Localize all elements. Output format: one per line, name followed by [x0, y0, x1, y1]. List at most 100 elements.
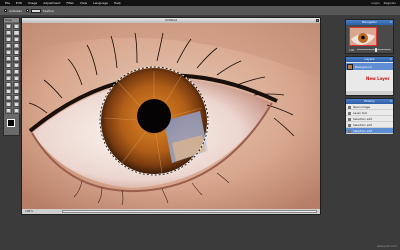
- clone-icon: [7, 57, 10, 60]
- eraser-tool-button[interactable]: [12, 42, 20, 49]
- redeye-icon: [14, 83, 18, 86]
- register-link[interactable]: Register: [384, 1, 396, 5]
- close-icon[interactable]: ×: [389, 20, 392, 25]
- history-step-icon: [348, 105, 351, 109]
- image-title: Untitled: [165, 18, 177, 22]
- close-icon[interactable]: [316, 19, 319, 22]
- blur-tool-button[interactable]: [12, 62, 20, 68]
- image-canvas[interactable]: [22, 23, 320, 209]
- dodge-tool-button[interactable]: [12, 75, 20, 81]
- eye-photo: [22, 23, 320, 209]
- text-tool-button[interactable]: [12, 94, 20, 101]
- layer-name: Background: [355, 64, 372, 69]
- thumbnail-image: [350, 28, 376, 45]
- history-item-active[interactable]: Selection edit: [346, 128, 393, 134]
- brush-icon: [7, 44, 10, 47]
- bloat-tool-button[interactable]: [12, 88, 20, 94]
- horizontal-scrollbar[interactable]: [62, 210, 317, 213]
- zoom-icon: [14, 102, 18, 106]
- feather-checkbox[interactable]: [25, 9, 29, 12]
- burn-icon: [7, 83, 10, 86]
- pinch-tool-button[interactable]: [5, 94, 12, 101]
- zoom-tool-button[interactable]: [12, 101, 20, 107]
- dodge-icon: [14, 76, 18, 80]
- feather-select[interactable]: [30, 8, 41, 13]
- pinch-icon: [7, 96, 10, 99]
- wand-tool-button[interactable]: [5, 36, 12, 42]
- gradient-icon: [14, 50, 18, 54]
- pencil-tool-button[interactable]: [12, 36, 20, 42]
- history-step-icon: [348, 123, 351, 127]
- move-tool-button[interactable]: [12, 23, 20, 29]
- tool-options-bar: Antialias Feather: [0, 6, 400, 15]
- bloat-icon: [14, 89, 18, 93]
- picker-icon: [7, 109, 10, 112]
- crop-tool-button[interactable]: [5, 23, 12, 29]
- eraser-icon: [14, 44, 18, 47]
- hand-tool-button[interactable]: [5, 101, 12, 107]
- layer-tools-bar[interactable]: [346, 91, 393, 95]
- layers-title: Layers: [364, 57, 375, 61]
- fill-tool-button[interactable]: [12, 107, 20, 114]
- smudge-icon: [14, 70, 18, 73]
- clone-tool-button[interactable]: [5, 55, 12, 62]
- layer-row[interactable]: Background: [346, 63, 393, 70]
- antialias-checkbox[interactable]: [4, 9, 7, 12]
- lasso-icon: [14, 31, 18, 34]
- picker-tool-button[interactable]: [5, 107, 12, 114]
- navigator-header[interactable]: Navigator ×: [346, 20, 393, 25]
- close-icon[interactable]: ×: [389, 57, 392, 62]
- new-layer-annotation: New Layer: [366, 76, 390, 81]
- image-window: Untitled 100%: [21, 17, 321, 215]
- antialias-label: Antialias: [9, 8, 22, 13]
- layer-thumbnail: [347, 63, 353, 70]
- spot-heal-tool-button[interactable]: [5, 88, 12, 94]
- feather-label: Feather: [42, 8, 55, 13]
- navigator-thumbnail[interactable]: [349, 27, 377, 46]
- pencil-icon: [14, 37, 18, 41]
- image-status-bar: 100%: [22, 209, 320, 214]
- lasso-tool-button[interactable]: [12, 29, 20, 36]
- zoom-status: 100%: [25, 209, 33, 213]
- zoom-slider[interactable]: [357, 47, 391, 52]
- gradient-tool-button[interactable]: [12, 49, 20, 55]
- blur-icon: [14, 63, 18, 67]
- fill-icon: [14, 109, 18, 112]
- tool-grid: [4, 22, 20, 115]
- tools-panel: Tools: [3, 17, 20, 136]
- navigator-panel: Navigator × 100: [345, 19, 394, 54]
- sponge-tool-button[interactable]: [5, 75, 12, 81]
- site-credit: www.pixlr.com: [376, 244, 397, 248]
- navigator-title: Navigator: [362, 20, 377, 24]
- history-step-icon: [348, 117, 351, 121]
- login-link[interactable]: Login: [372, 1, 380, 5]
- redeye-tool-button[interactable]: [12, 81, 20, 88]
- drawing-tool-button[interactable]: [5, 62, 12, 68]
- layers-panel: Layers × Background New Layer: [345, 56, 394, 96]
- marquee-icon: [7, 31, 10, 34]
- history-step-icon: [348, 129, 351, 133]
- crop-icon: [7, 24, 10, 28]
- navigator-zoom-value: 100: [349, 48, 355, 52]
- sponge-icon: [7, 76, 10, 80]
- smudge-tool-button[interactable]: [12, 68, 20, 75]
- sharpen-tool-button[interactable]: [5, 68, 12, 75]
- burn-tool-button[interactable]: [5, 81, 12, 88]
- history-panel: History × Open image Lasso tool Selectio…: [345, 98, 394, 134]
- marquee-tool-button[interactable]: [5, 29, 12, 36]
- wand-icon: [7, 37, 10, 41]
- foreground-color-swatch[interactable]: [7, 119, 15, 127]
- spot-heal-icon: [7, 89, 10, 93]
- brush-tool-button[interactable]: [5, 42, 12, 49]
- color-replace-tool-button[interactable]: [12, 55, 20, 62]
- text-icon: [14, 96, 18, 99]
- layers-header[interactable]: Layers ×: [346, 57, 393, 62]
- bucket-icon: [7, 50, 10, 54]
- move-icon: [14, 24, 18, 28]
- history-step-icon: [348, 111, 351, 115]
- history-title: History: [364, 99, 375, 103]
- color-replace-icon: [14, 57, 18, 60]
- bucket-tool-button[interactable]: [5, 49, 12, 55]
- drawing-icon: [7, 63, 10, 67]
- sharpen-icon: [7, 70, 10, 73]
